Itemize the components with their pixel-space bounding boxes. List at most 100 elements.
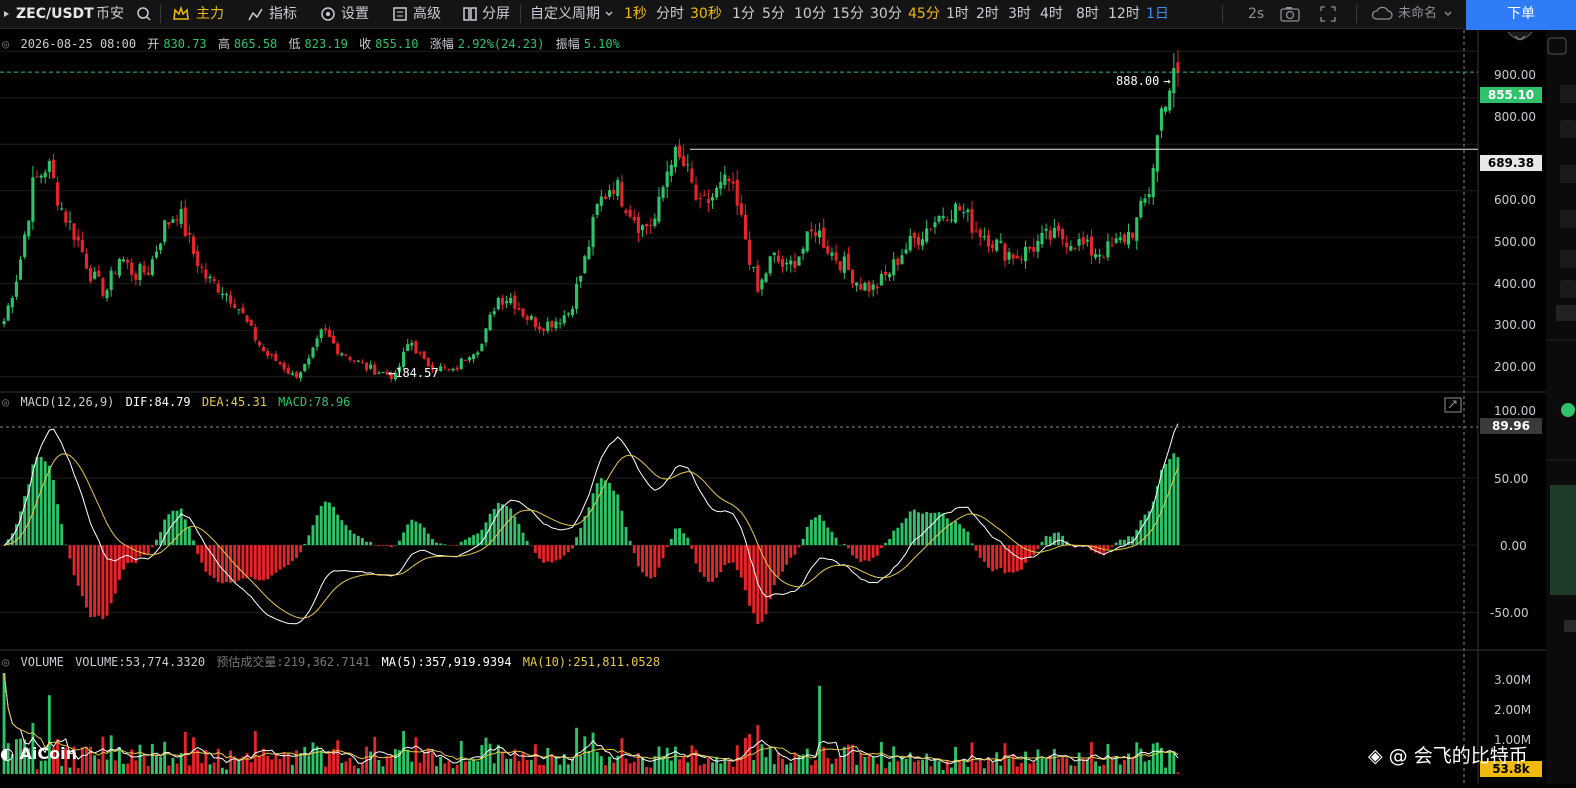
period-tab[interactable]: 30分 xyxy=(870,0,902,28)
ohlc-expand-icon[interactable]: ◎ xyxy=(2,37,9,51)
period-tab[interactable]: 1秒 xyxy=(624,0,647,28)
volume-bar xyxy=(904,758,908,774)
candle-body xyxy=(904,249,908,254)
period-tab[interactable]: 30秒 xyxy=(690,0,722,28)
volume-ma-lines xyxy=(3,673,1179,764)
candle-body xyxy=(974,230,978,232)
macd-name[interactable]: MACD(12,26,9) xyxy=(20,395,114,409)
volume-bar xyxy=(764,757,768,774)
volume-bar xyxy=(451,768,455,774)
camera-icon[interactable] xyxy=(1279,0,1301,28)
macd-histogram-bar xyxy=(785,545,789,565)
volume-bar xyxy=(134,760,138,774)
period-tab[interactable]: 3时 xyxy=(1008,0,1031,28)
macd-histogram-bar xyxy=(426,533,430,546)
macd-histogram-bar xyxy=(270,545,274,576)
macd-histogram-bar xyxy=(669,538,673,546)
period-tab[interactable]: 8时 xyxy=(1076,0,1099,28)
candle-body xyxy=(245,315,249,322)
volume-bar xyxy=(851,744,854,774)
volume-bar xyxy=(167,765,171,774)
candle-body xyxy=(492,311,496,315)
macd-histogram-bar xyxy=(933,512,937,546)
volume-bar xyxy=(155,754,158,774)
macd-histogram-bar xyxy=(842,544,846,546)
period-tab[interactable]: 1分 xyxy=(732,0,755,28)
split-screen-button[interactable]: 分屏 xyxy=(482,0,510,28)
chevron-down-icon[interactable] xyxy=(1443,0,1453,28)
candle-body xyxy=(719,181,723,189)
macd-histogram-bar xyxy=(356,535,360,546)
volume-bar xyxy=(377,759,381,774)
cloud-icon[interactable] xyxy=(1370,0,1394,28)
custom-period-dropdown[interactable]: 自定义周期 xyxy=(530,0,600,28)
main-force-button[interactable]: 主力 xyxy=(196,0,224,28)
volume-bar xyxy=(768,747,772,774)
period-tab[interactable]: 1日 xyxy=(1146,0,1169,28)
advanced-button[interactable]: 高级 xyxy=(413,0,441,28)
period-tab[interactable]: 5分 xyxy=(762,0,785,28)
macd-histogram xyxy=(2,453,1180,624)
macd-histogram-bar xyxy=(303,543,307,546)
candle-body xyxy=(146,272,150,275)
symbol-dropdown-icon[interactable] xyxy=(2,0,14,28)
candle-body xyxy=(537,326,542,330)
candle-body xyxy=(645,224,649,227)
period-tab[interactable]: 12时 xyxy=(1108,0,1140,28)
indicator-button[interactable]: 指标 xyxy=(269,0,297,28)
candle-body xyxy=(1143,198,1147,203)
candle-body xyxy=(587,246,591,260)
volume-bar xyxy=(690,745,694,774)
volume-bar xyxy=(776,752,780,774)
layout-name[interactable]: 未命名 xyxy=(1398,0,1437,28)
candle-body xyxy=(1061,229,1065,240)
volume-bar xyxy=(673,746,677,774)
volume-name[interactable]: VOLUME xyxy=(20,655,63,669)
volume-ma10-line xyxy=(3,673,1179,763)
volume-bar xyxy=(649,767,653,774)
macd-histogram-bar xyxy=(245,545,249,579)
macd-expand-icon[interactable]: ◎ xyxy=(2,395,9,409)
search-icon[interactable] xyxy=(136,0,152,28)
candle-body xyxy=(72,223,76,240)
period-tab[interactable]: 45分 xyxy=(908,0,940,28)
volume-expand-icon[interactable]: ◎ xyxy=(2,655,9,669)
candle-body xyxy=(517,307,521,310)
macd-histogram-bar xyxy=(814,517,817,546)
period-tab[interactable]: 分时 xyxy=(656,0,684,28)
volume-bar xyxy=(229,750,233,774)
macd-histogram-bar xyxy=(89,545,92,618)
macd-histogram-bar xyxy=(501,504,504,546)
volume-bar xyxy=(599,756,603,774)
period-tab[interactable]: 15分 xyxy=(832,0,864,28)
refresh-interval[interactable]: 2s xyxy=(1248,0,1264,28)
place-order-button[interactable]: 下单 xyxy=(1466,0,1576,30)
fullscreen-icon[interactable] xyxy=(1318,0,1338,28)
period-tab[interactable]: 4时 xyxy=(1040,0,1063,28)
candle-body xyxy=(966,209,970,213)
symbol-name[interactable]: ZEC/USDT xyxy=(16,0,94,28)
candle-body xyxy=(204,269,208,279)
volume-bar xyxy=(1172,751,1176,774)
macd-histogram-bar xyxy=(253,545,257,580)
candle-body xyxy=(982,236,986,238)
macd-histogram-bar xyxy=(406,524,410,546)
period-tab[interactable]: 1时 xyxy=(946,0,969,28)
exchange-name[interactable]: 币安 xyxy=(96,0,124,28)
candle-body xyxy=(224,294,229,296)
candle-body xyxy=(818,230,822,238)
pane-expand-icon[interactable] xyxy=(1444,397,1462,417)
horizontal-line-price-tag[interactable]: 689.38 xyxy=(1480,155,1542,171)
candle-body xyxy=(727,178,731,182)
macd-histogram-bar xyxy=(917,512,920,546)
volume-bar xyxy=(113,760,117,774)
macd-axis-tick: 50.00 xyxy=(1494,472,1529,486)
collapse-chevron-icon[interactable] xyxy=(1506,30,1534,49)
settings-button[interactable]: 设置 xyxy=(341,0,369,28)
period-tab[interactable]: 10分 xyxy=(794,0,826,28)
volume-bar xyxy=(492,763,496,774)
candle-body xyxy=(1077,239,1081,246)
volume-bar xyxy=(818,685,822,774)
period-tab[interactable]: 2时 xyxy=(976,0,999,28)
macd-histogram-bar xyxy=(295,545,298,559)
